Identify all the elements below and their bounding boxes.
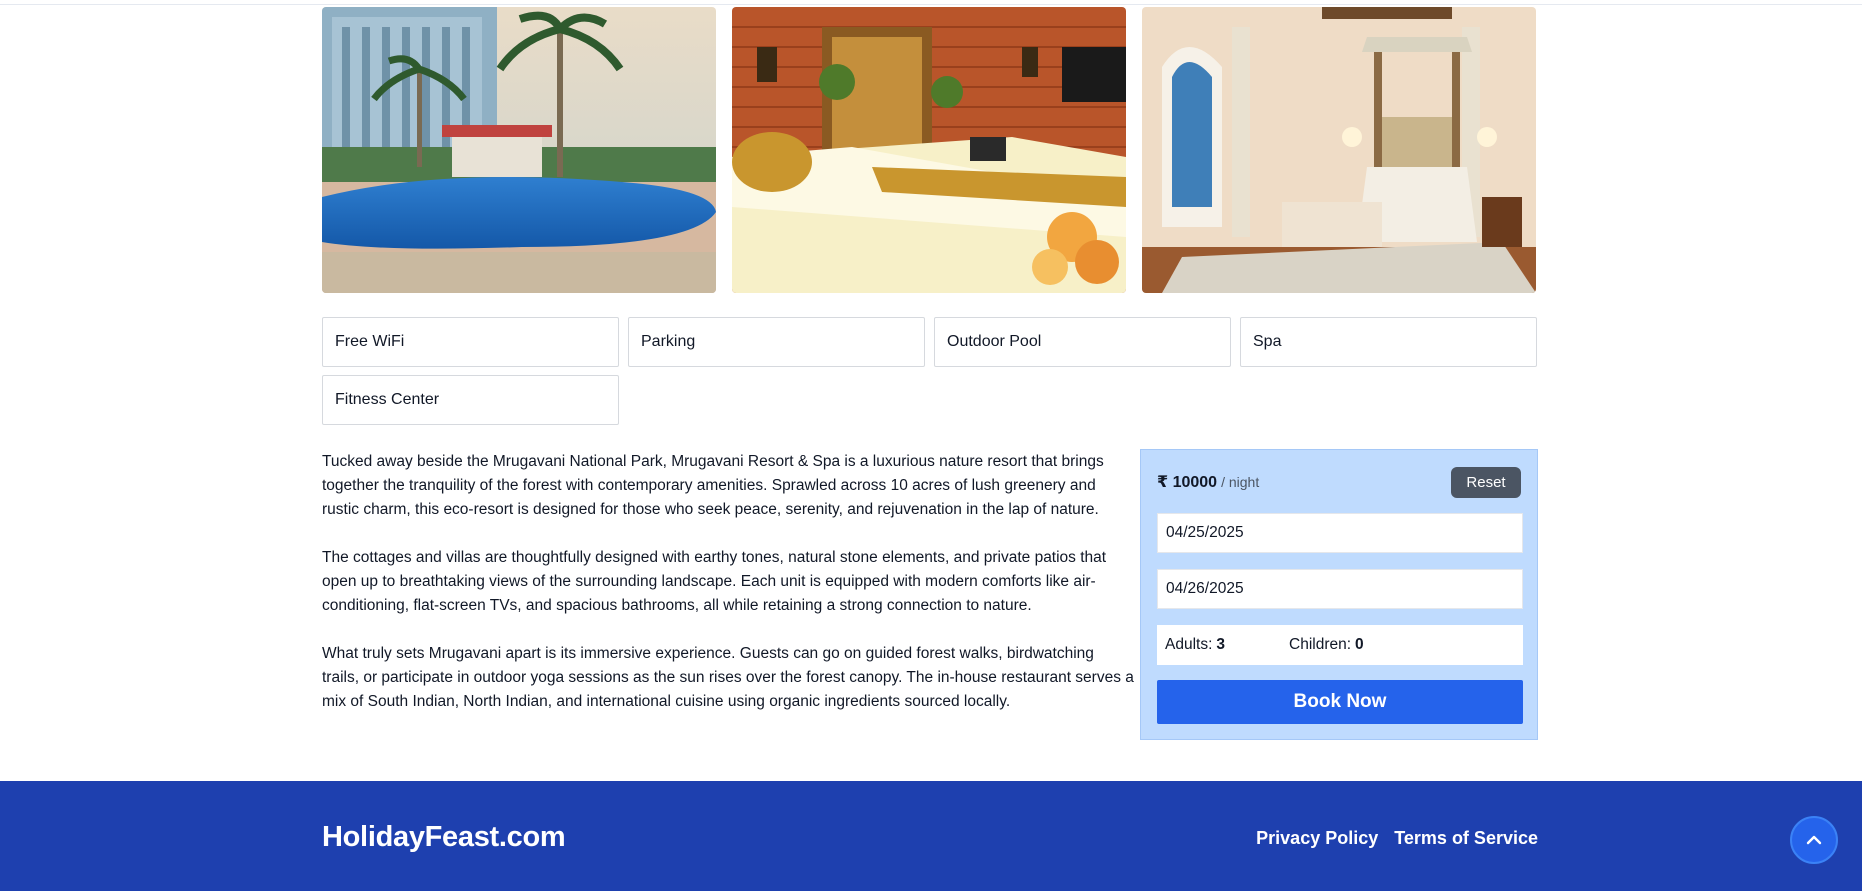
hotel-room-photo xyxy=(732,7,1126,293)
adults-value: 3 xyxy=(1216,636,1226,653)
amenity-tag: Parking xyxy=(628,317,925,367)
booking-card: ₹ 10000/ night Reset Adults:3 Children:0… xyxy=(1140,449,1538,740)
footer-brand-logo[interactable]: HolidayFeast.com xyxy=(322,821,566,854)
header-divider xyxy=(0,4,1862,5)
privacy-policy-link[interactable]: Privacy Policy xyxy=(1256,828,1378,849)
children-label: Children: xyxy=(1289,636,1352,653)
terms-of-service-link[interactable]: Terms of Service xyxy=(1394,828,1538,849)
footer-links: Privacy Policy Terms of Service xyxy=(1256,828,1538,849)
reset-button[interactable]: Reset xyxy=(1451,466,1521,498)
chevron-up-icon xyxy=(1806,835,1822,845)
description-paragraph: Tucked away beside the Mrugavani Nationa… xyxy=(322,453,1104,518)
adults-count: Adults: 3 xyxy=(1165,636,1225,654)
price-row: ₹ 10000/ night Reset xyxy=(1157,466,1521,498)
amenity-tag: Fitness Center xyxy=(322,375,619,425)
amenity-tag: Free WiFi xyxy=(322,317,619,367)
amenity-tag: Spa xyxy=(1240,317,1537,367)
scroll-to-top-button[interactable] xyxy=(1790,816,1838,864)
check-in-date-input[interactable] xyxy=(1157,513,1523,553)
amenities-list: Free WiFi Parking Outdoor Pool Spa Fitne… xyxy=(322,317,1538,425)
property-description: Tucked away beside the Mrugavani Nationa… xyxy=(322,450,1134,738)
guests-selector[interactable]: Adults: 3 Children: 0 xyxy=(1157,625,1523,665)
photo-gallery xyxy=(322,7,1538,293)
gallery-image-pool[interactable] xyxy=(322,7,716,293)
price-value: ₹ 10000 xyxy=(1157,474,1218,491)
book-now-button[interactable]: Book Now xyxy=(1157,680,1523,724)
site-footer: HolidayFeast.com Privacy Policy Terms of… xyxy=(0,781,1862,891)
gallery-image-room[interactable] xyxy=(732,7,1126,293)
children-value: 0 xyxy=(1355,636,1364,653)
description-paragraph: What truly sets Mrugavani apart is its i… xyxy=(322,645,1134,710)
price-unit: / night xyxy=(1221,474,1260,490)
gallery-image-suite[interactable] xyxy=(1142,7,1536,293)
children-count: Children: 0 xyxy=(1289,636,1364,654)
hotel-suite-photo xyxy=(1142,7,1536,293)
check-out-date-input[interactable] xyxy=(1157,569,1523,609)
adults-label: Adults: xyxy=(1165,636,1213,653)
price-display: ₹ 10000/ night xyxy=(1157,472,1259,492)
amenity-tag: Outdoor Pool xyxy=(934,317,1231,367)
description-paragraph: The cottages and villas are thoughtfully… xyxy=(322,549,1107,614)
hotel-pool-photo xyxy=(322,7,716,293)
